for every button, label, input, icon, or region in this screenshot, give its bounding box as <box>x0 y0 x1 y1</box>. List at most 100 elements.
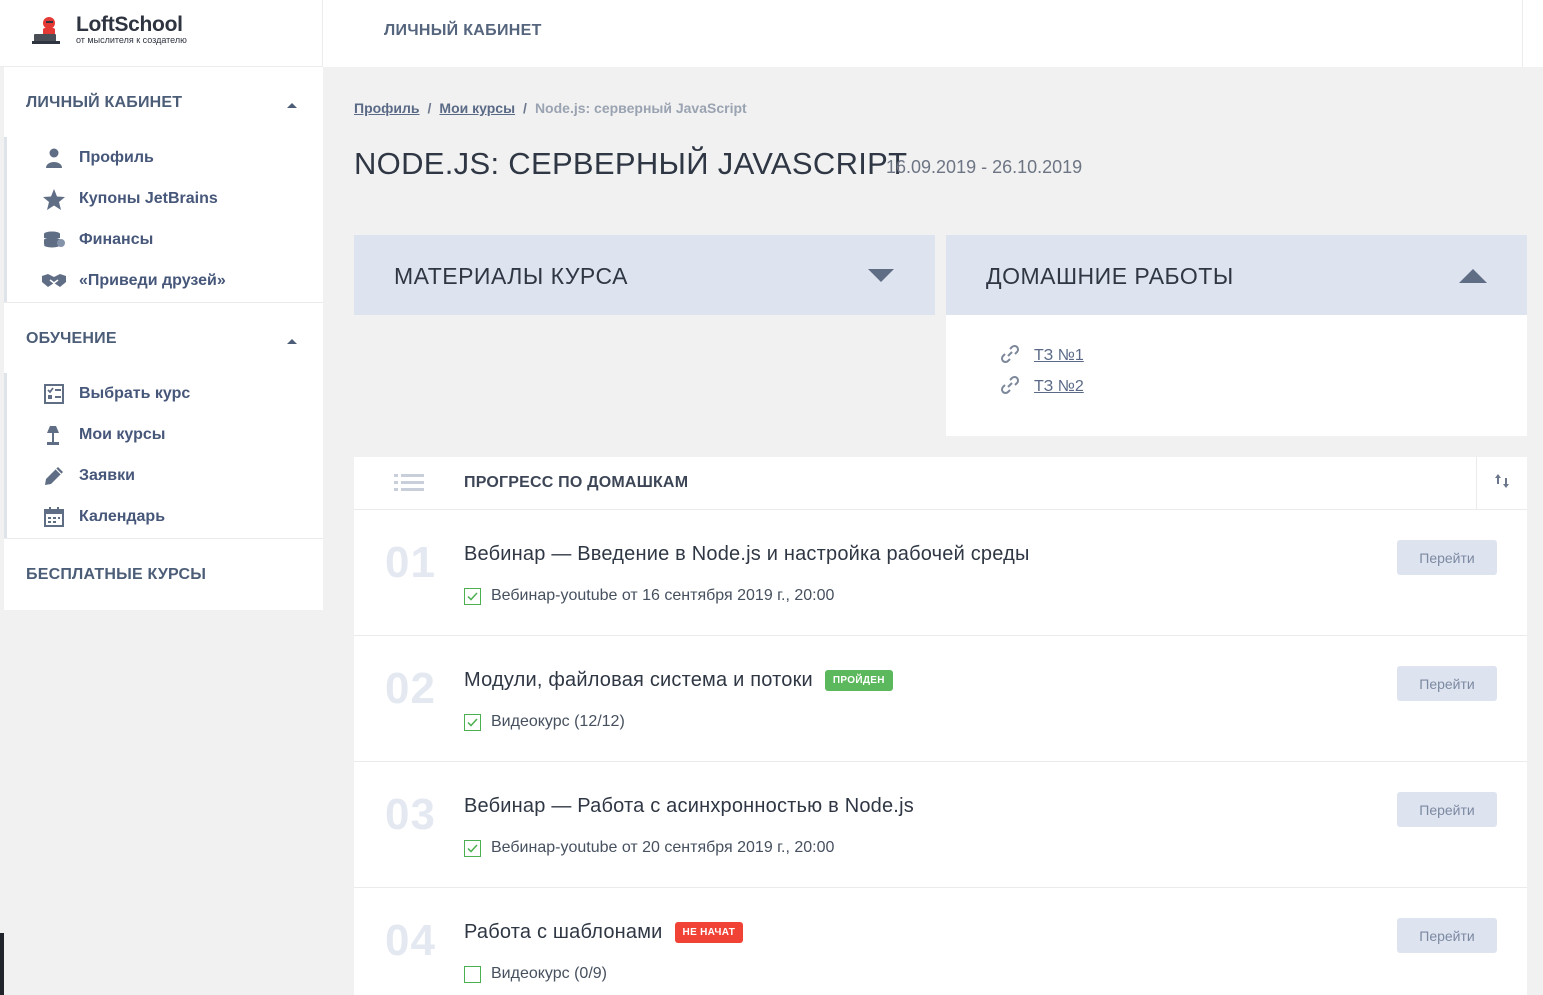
lesson-subtitle-text: Видеокурс (0/9) <box>491 965 607 982</box>
coins-icon <box>42 228 66 252</box>
homework-link-label[interactable]: ТЗ №2 <box>1034 378 1084 396</box>
triangle-up-icon[interactable] <box>1459 269 1487 283</box>
sidebar-item-my-courses[interactable]: Мои курсы <box>42 421 165 449</box>
sidebar-item-choose-course[interactable]: Выбрать курс <box>42 380 190 408</box>
sidebar-item-calendar[interactable]: Календарь <box>42 503 165 531</box>
homework-link[interactable]: ТЗ №1 <box>1000 344 1084 369</box>
lesson-row: 01 Вебинар — Введение в Node.js и настро… <box>354 510 1527 636</box>
go-button[interactable]: Перейти <box>1397 918 1497 953</box>
sidebar: LoftSchool от мыслителя к создателю ЛИЧН… <box>0 0 323 995</box>
lesson-title-text: Вебинар — Введение в Node.js и настройка… <box>464 543 1030 565</box>
lesson-row: 03 Вебинар — Работа с асинхронностью в N… <box>354 762 1527 888</box>
lesson-title: Вебинар — Работа с асинхронностью в Node… <box>464 795 914 818</box>
sidebar-item-label: Мои курсы <box>79 426 166 443</box>
sidebar-menu: ЛИЧНЫЙ КАБИНЕТ Профиль Купоны JetBrains … <box>4 67 323 610</box>
lesson-number: 01 <box>385 538 436 587</box>
lesson-number: 03 <box>385 790 436 839</box>
breadcrumb-profile-link[interactable]: Профиль <box>354 100 420 116</box>
lesson-number: 02 <box>385 664 436 713</box>
breadcrumb-current: Node.js: серверный JavaScript <box>534 100 747 116</box>
caret-up-icon[interactable] <box>287 103 297 108</box>
go-button[interactable]: Перейти <box>1397 540 1497 575</box>
section-personal[interactable]: ЛИЧНЫЙ КАБИНЕТ <box>26 94 182 112</box>
lesson-number: 04 <box>385 916 436 965</box>
logo-area: LoftSchool от мыслителя к создателю <box>0 0 323 67</box>
lesson-title: Вебинар — Введение в Node.js и настройка… <box>464 543 1030 566</box>
sort-button[interactable] <box>1476 457 1527 510</box>
lesson-subtitle: Видеокурс (0/9) <box>464 965 607 983</box>
link-icon <box>1000 344 1020 369</box>
homework-progress: ПРОГРЕСС ПО ДОМАШКАМ 01 Вебинар — Введен… <box>354 457 1527 995</box>
breadcrumb-separator: / <box>523 100 527 116</box>
divider <box>4 302 323 303</box>
homework-panel-header[interactable]: ДОМАШНИЕ РАБОТЫ <box>946 235 1527 315</box>
menu-accent-bar <box>4 373 7 539</box>
homework-link-label[interactable]: ТЗ №1 <box>1034 347 1084 365</box>
homework-link[interactable]: ТЗ №2 <box>1000 375 1084 400</box>
sidebar-item-finance[interactable]: Финансы <box>42 226 153 254</box>
lesson-row: 02 Модули, файловая система и потоки ПРО… <box>354 636 1527 762</box>
breadcrumb-my-courses-link[interactable]: Мои курсы <box>439 100 515 116</box>
top-bar: ЛИЧНЫЙ КАБИНЕТ <box>323 0 1543 67</box>
calendar-icon <box>42 505 66 529</box>
lesson-subtitle: Вебинар-youtube от 16 сентября 2019 г., … <box>464 587 834 605</box>
user-icon <box>42 146 66 170</box>
list-icon <box>394 474 424 497</box>
sidebar-item-profile[interactable]: Профиль <box>42 144 154 172</box>
lesson-title-text: Вебинар — Работа с асинхронностью в Node… <box>464 795 914 817</box>
pencil-icon <box>42 464 66 488</box>
logo-tagline: от мыслителя к создателю <box>76 35 187 45</box>
lesson-subtitle: Вебинар-youtube от 20 сентября 2019 г., … <box>464 839 834 857</box>
handshake-icon <box>42 269 66 293</box>
window-edge <box>0 933 4 995</box>
lesson-subtitle-text: Видеокурс (12/12) <box>491 713 625 730</box>
course-dates: 16.09.2019 - 26.10.2019 <box>886 157 1083 177</box>
sort-icon <box>1494 473 1510 494</box>
star-icon <box>42 187 66 211</box>
status-badge-done: ПРОЙДЕН <box>824 670 893 691</box>
triangle-down-icon[interactable] <box>868 269 894 282</box>
menu-accent-bar <box>4 137 7 303</box>
caret-up-icon[interactable] <box>287 339 297 344</box>
logo[interactable]: LoftSchool от мыслителя к создателю <box>32 14 187 46</box>
sidebar-item-referral[interactable]: «Приведи друзей» <box>42 267 226 295</box>
checkbox-checked-icon <box>464 839 481 857</box>
divider <box>4 538 323 539</box>
page-title: NODE.JS: СЕРВЕРНЫЙ JAVASCRIPT <box>354 146 908 181</box>
checkbox-checked-icon <box>464 713 481 731</box>
homework-panel-body: ТЗ №1 ТЗ №2 <box>946 315 1527 436</box>
lesson-subtitle-text: Вебинар-youtube от 20 сентября 2019 г., … <box>491 839 835 856</box>
logo-name: LoftSchool <box>76 13 183 36</box>
lesson-subtitle: Видеокурс (12/12) <box>464 713 625 731</box>
checkbox-checked-icon <box>464 587 481 605</box>
sidebar-item-label: Профиль <box>79 149 154 166</box>
materials-panel-header[interactable]: МАТЕРИАЛЫ КУРСА <box>354 235 935 315</box>
section-free-courses[interactable]: БЕСПЛАТНЫЕ КУРСЫ <box>26 566 206 584</box>
sidebar-item-label: Заявки <box>79 467 135 484</box>
section-learning[interactable]: ОБУЧЕНИЕ <box>26 330 117 348</box>
sidebar-item-label: «Приведи друзей» <box>79 272 226 289</box>
breadcrumb-separator: / <box>427 100 432 116</box>
status-badge-not-started: НЕ НАЧАТ <box>674 922 744 943</box>
lesson-title-text: Работа с шаблонами <box>464 921 663 943</box>
progress-header: ПРОГРЕСС ПО ДОМАШКАМ <box>354 457 1527 510</box>
lesson-title: Модули, файловая система и потоки ПРОЙДЕ… <box>464 669 893 692</box>
materials-title: МАТЕРИАЛЫ КУРСА <box>394 263 628 289</box>
lesson-row: 04 Работа с шаблонами НЕ НАЧАТ Видеокурс… <box>354 888 1527 995</box>
sidebar-item-label: Календарь <box>79 508 166 525</box>
go-button[interactable]: Перейти <box>1397 792 1497 827</box>
top-bar-title: ЛИЧНЫЙ КАБИНЕТ <box>384 22 542 39</box>
sidebar-item-coupons[interactable]: Купоны JetBrains <box>42 185 218 213</box>
lesson-title-text: Модули, файловая система и потоки <box>464 669 813 691</box>
breadcrumb: Профиль / Мои курсы / Node.js: серверный… <box>354 100 747 116</box>
lamp-icon <box>42 423 66 447</box>
checkbox-unchecked-icon <box>464 965 481 983</box>
checklist-icon <box>42 382 66 406</box>
sidebar-item-applications[interactable]: Заявки <box>42 462 135 490</box>
homework-title: ДОМАШНИЕ РАБОТЫ <box>986 263 1234 289</box>
logo-mascot-icon <box>32 14 74 46</box>
link-icon <box>1000 375 1020 400</box>
go-button[interactable]: Перейти <box>1397 666 1497 701</box>
sidebar-item-label: Финансы <box>79 231 154 248</box>
lesson-title: Работа с шаблонами НЕ НАЧАТ <box>464 921 744 944</box>
